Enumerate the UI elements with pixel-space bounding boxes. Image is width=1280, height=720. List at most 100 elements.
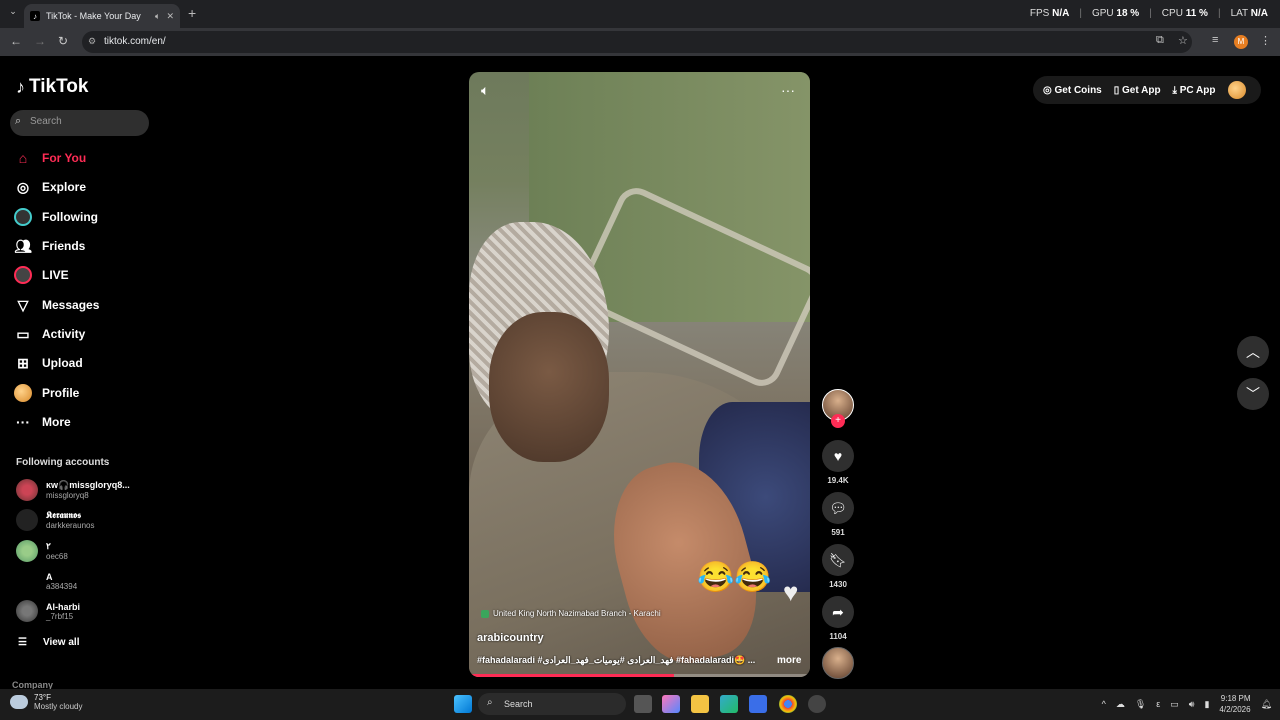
video-description: #fahadalaradi #فهد_العرادی #یومیات_فهد_ا… [477,655,756,665]
file-explorer-icon[interactable] [691,695,709,713]
browser-toolbar: ← → ↻ ⚙ tiktok.com/en/ ⧉ ☆ ≡ M ⋮ [0,28,1280,56]
video-emoji-overlay: 😂😂 [697,561,772,594]
profile-avatar[interactable]: M [1234,35,1248,49]
sidebar-item-explore[interactable]: ◎ Explore [14,176,86,198]
chrome-icon[interactable] [779,695,797,713]
following-accounts-title: Following accounts [16,457,110,468]
reload-icon[interactable]: ↻ [58,34,68,48]
forward-icon[interactable]: → [34,34,46,48]
menu-kebab-icon[interactable]: ⋮ [1260,34,1271,47]
video-player[interactable]: 😂😂 🔈︎ ··· ♥ United King North Nazimabad … [469,72,810,677]
search-placeholder: Search [30,116,62,127]
following-account[interactable]: ٢ oec68 [16,540,68,562]
plus-box-icon: ⊞ [17,354,29,371]
volume-icon[interactable]: 🔊︎ [1189,699,1195,710]
account-name: ٢ [46,541,51,551]
sidebar-item-for-you[interactable]: ⌂ For You [14,147,86,169]
weather-temp: 73°F [34,693,51,702]
description-more-button[interactable]: more [777,655,801,666]
bookmark-star-icon[interactable]: ☆ [1178,34,1188,47]
speaker-icon[interactable]: 🔈︎ [155,11,160,22]
location-tag[interactable]: United King North Nazimabad Branch - Kar… [481,609,661,618]
progress-fill [469,674,674,677]
tab-search-chevron-icon[interactable]: ⌄ [6,6,20,20]
tiktok-note-icon: ♪ [16,76,25,97]
windows-start-icon[interactable] [454,695,472,713]
clock-date: 4/2/2026 [1219,705,1251,714]
install-app-icon[interactable]: ⧉ [1156,34,1164,47]
home-icon: ⌂ [18,150,28,166]
account-handle: oec68 [46,552,68,561]
task-view-icon[interactable] [634,695,652,713]
battery-icon[interactable]: ▮ [1204,699,1209,710]
weather-widget[interactable]: 73°F Mostly cloudy [10,693,82,711]
performance-overlay: FPS N/A | GPU 18 % | CPU 11 % | LAT N/A [1029,8,1268,19]
previous-video-chevron-up-icon[interactable]: ︿ [1237,336,1269,368]
sidebar-item-more[interactable]: ··· More [14,411,71,433]
language-indicator[interactable]: ε [1156,699,1160,709]
microphone-icon[interactable]: 🎙︎ [1135,699,1146,710]
app-icon[interactable] [808,695,826,713]
sidebar-item-label: Friends [42,239,86,253]
following-account[interactable]: Aa384394 [16,570,77,592]
comment-icon[interactable]: 💬︎ [822,492,854,524]
perf-fps: FPS N/A [1029,8,1070,19]
taskbar-search[interactable]: ⌕ Search [478,693,626,715]
sidebar-item-profile[interactable]: Profile [14,382,79,404]
avatar [16,509,38,531]
following-account[interactable]: ĸw🎧missgloryq8... missgloryq8 [16,479,130,501]
user-avatar[interactable] [1227,81,1246,99]
clock[interactable]: 9:18 PM 4/2/2026 [1219,693,1250,715]
following-account[interactable]: 𝕶𝖊𝖗𝖆𝖚𝖓𝖔𝖘 darkkeraunos [16,509,94,531]
sidebar-item-live[interactable]: LIVE [14,264,69,286]
comment-action[interactable]: 💬︎ 591 [822,492,854,537]
notification-icon[interactable]: 🔔︎ [1261,699,1272,710]
sidebar-item-friends[interactable]: 👥︎ Friends [14,235,85,257]
account-name: ĸw🎧missgloryq8... [46,480,130,490]
list-icon: ☰ [18,637,27,648]
back-icon[interactable]: ← [10,34,22,48]
chevron-up-icon[interactable]: ^ [1102,699,1106,709]
new-tab-icon[interactable]: + [188,5,196,21]
close-icon[interactable]: ✕ [166,11,174,22]
sound-disc-avatar[interactable] [822,647,854,679]
share-icon[interactable]: ➦ [822,596,854,628]
bookmark-icon[interactable]: 🔖︎ [822,544,854,576]
share-count: 1104 [829,632,847,641]
tiktok-logo[interactable]: ♪ TikTok [16,76,88,98]
site-info-icon[interactable]: ⚙ [88,36,96,47]
perf-lat: LAT N/A [1230,8,1268,19]
mute-icon[interactable]: 🔈︎ [481,82,489,99]
search-input[interactable]: ⌕ Search [10,110,149,136]
sidebar-item-activity[interactable]: ▭ Activity [14,323,85,345]
like-action[interactable]: ♥ 19.4K [822,440,854,485]
store-icon[interactable] [749,695,767,713]
pc-app-button[interactable]: ⤓ PC App [1173,85,1216,96]
copilot-icon[interactable] [662,695,680,713]
following-account[interactable]: Al-harbi _7rbf15 [16,600,80,622]
sidebar-item-upload[interactable]: ⊞ Upload [14,352,83,374]
cloud-icon [10,695,28,709]
heart-icon[interactable]: ♥ [822,440,854,472]
get-app-button[interactable]: ▯ Get App [1114,85,1161,96]
location-text: United King North Nazimabad Branch - Kar… [493,609,661,618]
address-bar[interactable]: ⚙ tiktok.com/en/ [82,31,1192,53]
onedrive-icon[interactable]: ☁ [1116,699,1125,710]
video-more-icon[interactable]: ··· [781,82,795,98]
tab-tiktok[interactable]: ♪ TikTok - Make Your Day 🔈︎ ✕ [24,4,180,28]
sidebar-item-messages[interactable]: ▽ Messages [14,294,100,316]
sidebar-item-label: Following [42,210,98,224]
avatar [16,600,38,622]
edge-icon[interactable] [720,695,738,713]
network-icon[interactable]: ▭ [1170,699,1179,710]
get-coins-button[interactable]: ◎ Get Coins [1043,85,1102,96]
view-all-link[interactable]: ☰ View all [18,637,79,648]
media-controls-icon[interactable]: ≡ [1212,34,1218,46]
share-action[interactable]: ➦ 1104 [822,596,854,641]
sidebar-item-following[interactable]: Following [14,206,98,228]
video-username[interactable]: arabicountry [477,632,544,644]
follow-plus-icon[interactable]: + [831,414,845,428]
video-progress-bar[interactable] [469,674,810,677]
next-video-chevron-down-icon[interactable]: ﹀ [1237,378,1269,410]
save-action[interactable]: 🔖︎ 1430 [822,544,854,589]
